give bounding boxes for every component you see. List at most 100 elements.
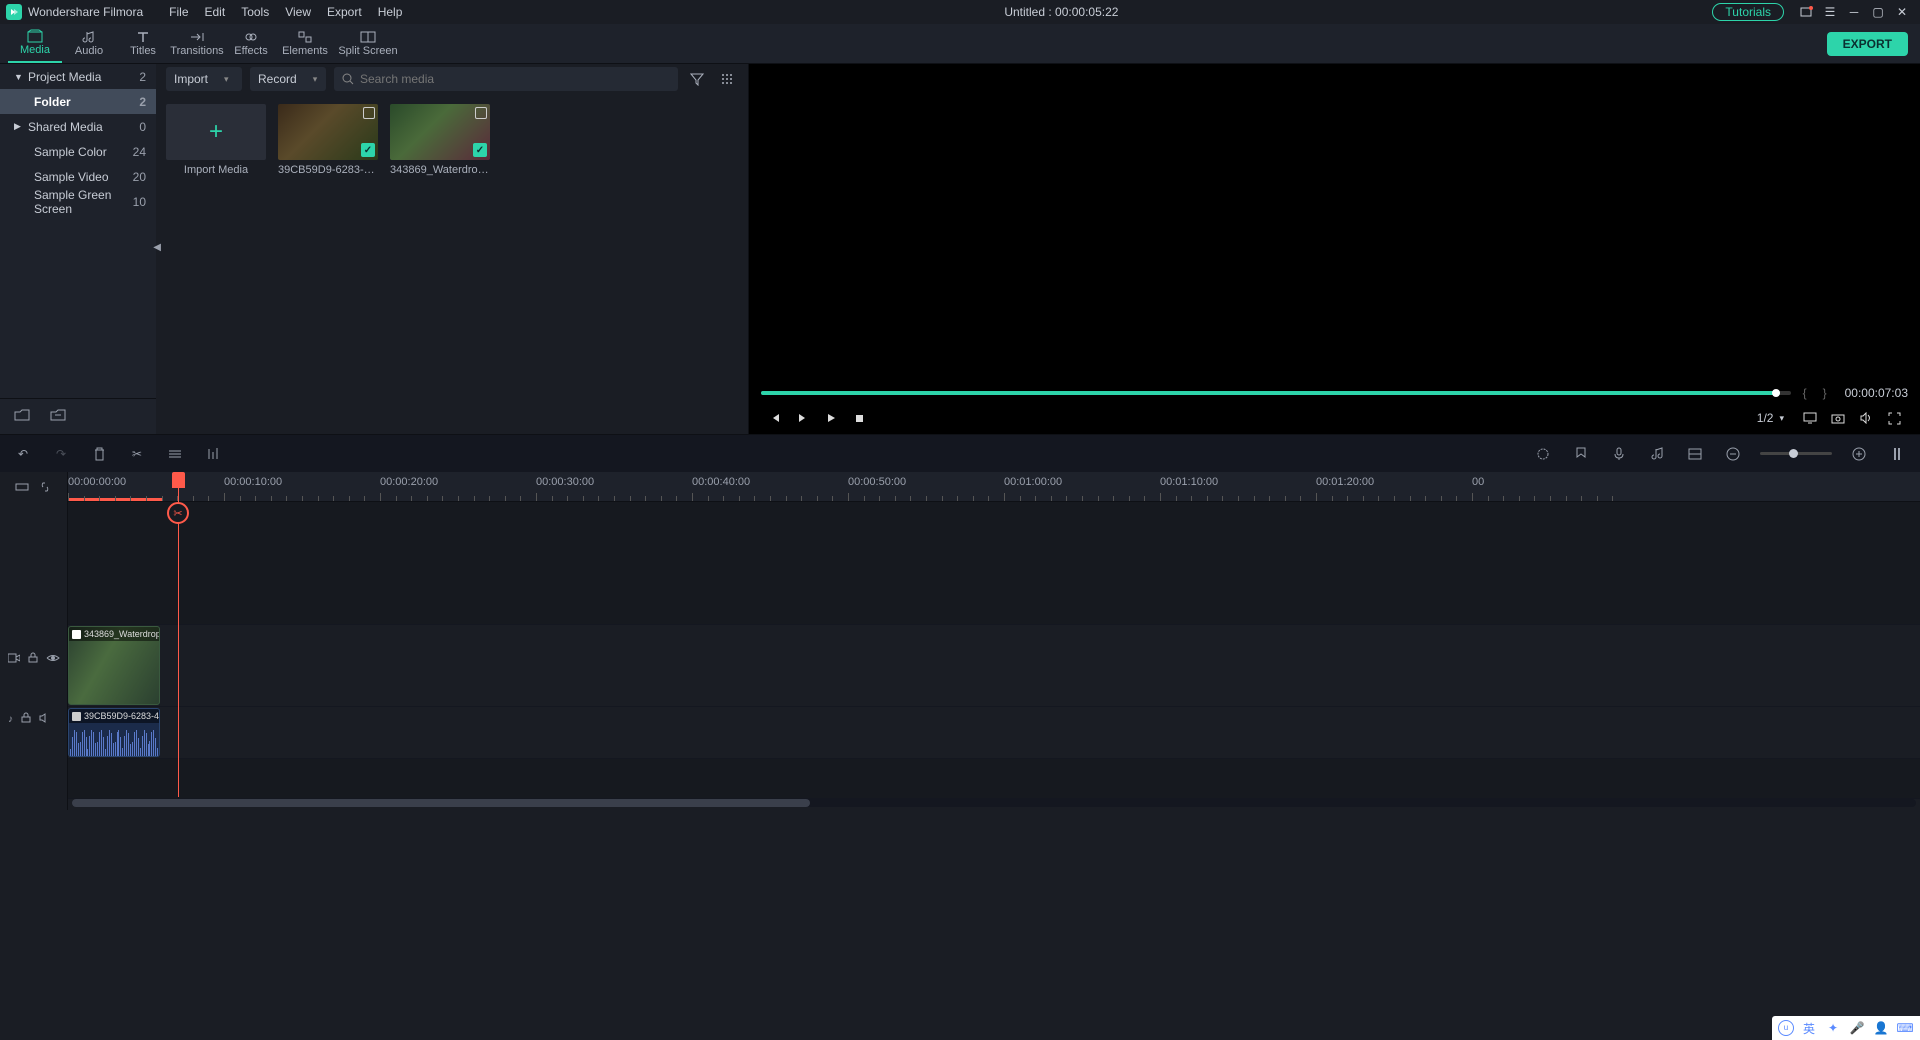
sidebar-item-sample-video[interactable]: Sample Video20: [0, 164, 156, 189]
zoom-fit-button[interactable]: [1886, 443, 1908, 465]
audio-clip[interactable]: 39CB59D9-6283-4CD...: [68, 708, 160, 757]
render-icon[interactable]: [1532, 443, 1554, 465]
menu-export[interactable]: Export: [319, 5, 370, 19]
volume-icon[interactable]: [1852, 406, 1880, 430]
tray-icon[interactable]: ⌨: [1896, 1019, 1914, 1037]
sidebar-item-label: Project Media: [24, 70, 139, 84]
menu-help[interactable]: Help: [370, 5, 411, 19]
tray-icon[interactable]: ✦: [1824, 1019, 1842, 1037]
zoom-out-button[interactable]: [1722, 443, 1744, 465]
prev-frame-button[interactable]: [761, 406, 789, 430]
tab-split-screen[interactable]: Split Screen: [332, 23, 404, 63]
zoom-in-button[interactable]: [1848, 443, 1870, 465]
search-input-wrapper[interactable]: [334, 67, 678, 91]
media-tile[interactable]: ✓ 343869_Waterdrops...: [390, 104, 490, 424]
track-video-icon[interactable]: [8, 653, 20, 666]
scissor-icon[interactable]: ✂: [167, 502, 189, 524]
sidebar-item-shared-media[interactable]: ▶Shared Media0: [0, 114, 156, 139]
sidebar-item-sample-green[interactable]: Sample Green Screen10: [0, 189, 156, 214]
display-icon[interactable]: [1796, 406, 1824, 430]
zoom-slider[interactable]: [1760, 452, 1832, 455]
menu-edit[interactable]: Edit: [197, 5, 234, 19]
snapshot-icon[interactable]: [1824, 406, 1852, 430]
link-icon[interactable]: [34, 476, 56, 498]
track-empty[interactable]: [68, 759, 1920, 799]
mark-in-icon[interactable]: {: [1799, 386, 1811, 400]
audio-adjust-button[interactable]: [202, 443, 224, 465]
redo-button[interactable]: ↷: [50, 443, 72, 465]
playhead[interactable]: ✂: [178, 472, 179, 797]
video-clip[interactable]: 343869_Waterdrops_...: [68, 626, 160, 705]
crop-button[interactable]: [164, 443, 186, 465]
timeline-scrollbar[interactable]: [68, 798, 1920, 808]
tray-icon[interactable]: 英: [1800, 1019, 1818, 1037]
lock-icon[interactable]: [28, 652, 38, 666]
notifications-icon[interactable]: [1794, 2, 1818, 22]
mixer-icon[interactable]: [1684, 443, 1706, 465]
search-icon: [342, 73, 354, 85]
record-dropdown[interactable]: Record▾: [250, 67, 326, 91]
tutorials-button[interactable]: Tutorials: [1712, 3, 1784, 21]
mark-out-icon[interactable]: }: [1819, 386, 1831, 400]
tab-split-screen-label: Split Screen: [338, 45, 397, 57]
music-icon[interactable]: [1646, 443, 1668, 465]
plus-icon: +: [209, 118, 223, 146]
undo-button[interactable]: ↶: [12, 443, 34, 465]
chevron-down-icon: ▼: [14, 72, 24, 82]
sidebar-item-folder[interactable]: Folder2: [0, 89, 156, 114]
filter-icon[interactable]: [686, 68, 708, 90]
tab-audio[interactable]: Audio: [62, 23, 116, 63]
fullscreen-icon[interactable]: [1880, 406, 1908, 430]
lock-icon[interactable]: [21, 712, 31, 726]
marker-icon[interactable]: [1570, 443, 1592, 465]
sidebar-item-project-media[interactable]: ▼Project Media2: [0, 64, 156, 89]
maximize-button[interactable]: ▢: [1866, 2, 1890, 22]
tab-titles[interactable]: Titles: [116, 23, 170, 63]
system-tray: u 英 ✦ 🎤 👤 ⌨: [1772, 1016, 1920, 1040]
search-input[interactable]: [360, 72, 670, 86]
eye-icon[interactable]: [46, 653, 60, 666]
export-button[interactable]: EXPORT: [1827, 32, 1908, 56]
tab-elements[interactable]: Elements: [278, 23, 332, 63]
audio-track[interactable]: 39CB59D9-6283-4CD...: [68, 707, 1920, 759]
split-button[interactable]: ✂: [126, 443, 148, 465]
tray-icon[interactable]: 👤: [1872, 1019, 1890, 1037]
delete-button[interactable]: [88, 443, 110, 465]
video-track[interactable]: 343869_Waterdrops_...: [68, 625, 1920, 707]
video-icon: [72, 630, 81, 639]
voiceover-icon[interactable]: [1608, 443, 1630, 465]
delete-folder-icon[interactable]: [50, 408, 66, 425]
tab-media[interactable]: Media: [8, 23, 62, 63]
tray-icon[interactable]: 🎤: [1848, 1019, 1866, 1037]
preview-canvas[interactable]: [749, 64, 1920, 384]
import-dropdown[interactable]: Import▾: [166, 67, 242, 91]
stop-button[interactable]: [845, 406, 873, 430]
record-label: Record: [258, 72, 297, 86]
menu-view[interactable]: View: [277, 5, 319, 19]
tray-icon[interactable]: u: [1778, 1020, 1794, 1036]
menu-file[interactable]: File: [161, 5, 196, 19]
media-tile-import[interactable]: + Import Media: [166, 104, 266, 424]
menu-tools[interactable]: Tools: [233, 5, 277, 19]
sidebar-item-label: Sample Green Screen: [30, 188, 133, 216]
collapse-sidebar-icon[interactable]: ◀: [153, 242, 161, 253]
mute-icon[interactable]: [39, 713, 51, 726]
timeline-ruler[interactable]: 00:00:00:0000:00:10:0000:00:20:0000:00:3…: [68, 472, 1920, 502]
play-button[interactable]: [817, 406, 845, 430]
sidebar-item-sample-color[interactable]: Sample Color24: [0, 139, 156, 164]
quality-dropdown[interactable]: 1/2▾: [1757, 411, 1784, 425]
minimize-button[interactable]: ─: [1842, 2, 1866, 22]
track-audio-icon[interactable]: ♪: [8, 714, 13, 725]
next-frame-button[interactable]: [789, 406, 817, 430]
close-button[interactable]: ✕: [1890, 2, 1914, 22]
track-empty[interactable]: [68, 502, 1920, 625]
media-tile[interactable]: ✓ 39CB59D9-6283-4CD...: [278, 104, 378, 424]
titlebar: Wondershare Filmora File Edit Tools View…: [0, 0, 1920, 24]
menu-icon[interactable]: ☰: [1818, 2, 1842, 22]
preview-progress[interactable]: [761, 391, 1791, 395]
grid-view-icon[interactable]: [716, 68, 738, 90]
ripple-icon[interactable]: [11, 476, 33, 498]
tab-effects[interactable]: Effects: [224, 23, 278, 63]
new-folder-icon[interactable]: [14, 408, 30, 425]
tab-transitions[interactable]: Transitions: [170, 23, 224, 63]
